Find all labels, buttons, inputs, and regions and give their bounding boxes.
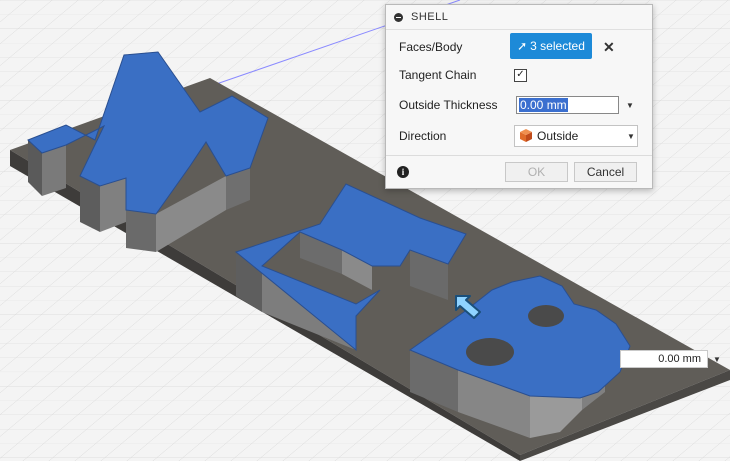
outside-thickness-value: 0.00 mm <box>519 98 568 112</box>
outside-direction-icon <box>520 129 532 142</box>
direction-value: Outside <box>537 129 579 143</box>
shell-panel: SHELL Faces/Body ➚ 3 selected ✕ Tangent … <box>385 4 653 189</box>
floating-thickness-input[interactable]: 0.00 mm <box>620 350 708 368</box>
outside-thickness-label: Outside Thickness <box>399 98 498 112</box>
cancel-button[interactable]: Cancel <box>574 162 637 182</box>
panel-title: SHELL <box>411 11 449 23</box>
outside-thickness-row: Outside Thickness 0.00 mm ▼ <box>386 91 652 119</box>
panel-footer: i OK Cancel <box>386 155 652 189</box>
tangent-chain-row: Tangent Chain ✓ <box>386 61 652 89</box>
tangent-chain-checkbox[interactable]: ✓ <box>514 68 527 82</box>
outside-thickness-input[interactable]: 0.00 mm <box>516 96 619 114</box>
chevron-down-icon: ▼ <box>627 131 635 141</box>
direction-row: Direction Outside ▼ <box>386 122 652 150</box>
info-icon[interactable]: i <box>397 166 409 178</box>
tangent-chain-label: Tangent Chain <box>399 68 477 82</box>
floating-thickness-value: 0.00 mm <box>658 353 701 365</box>
close-icon[interactable]: ✕ <box>603 39 615 56</box>
faces-body-selection-button[interactable]: ➚ 3 selected <box>510 33 592 59</box>
direction-select[interactable]: Outside ▼ <box>514 125 638 147</box>
direction-label: Direction <box>399 129 447 143</box>
faces-body-row: Faces/Body ➚ 3 selected ✕ <box>386 33 652 61</box>
cursor-arrow-icon: ➚ <box>517 39 528 53</box>
chevron-down-icon[interactable]: ▼ <box>626 101 634 110</box>
panel-header: SHELL <box>386 5 652 30</box>
minus-circle-icon[interactable] <box>394 12 403 22</box>
ok-button[interactable]: OK <box>505 162 568 182</box>
faces-body-label: Faces/Body <box>399 40 463 54</box>
selection-count: 3 selected <box>530 39 585 53</box>
chevron-down-icon[interactable]: ▼ <box>713 355 721 364</box>
